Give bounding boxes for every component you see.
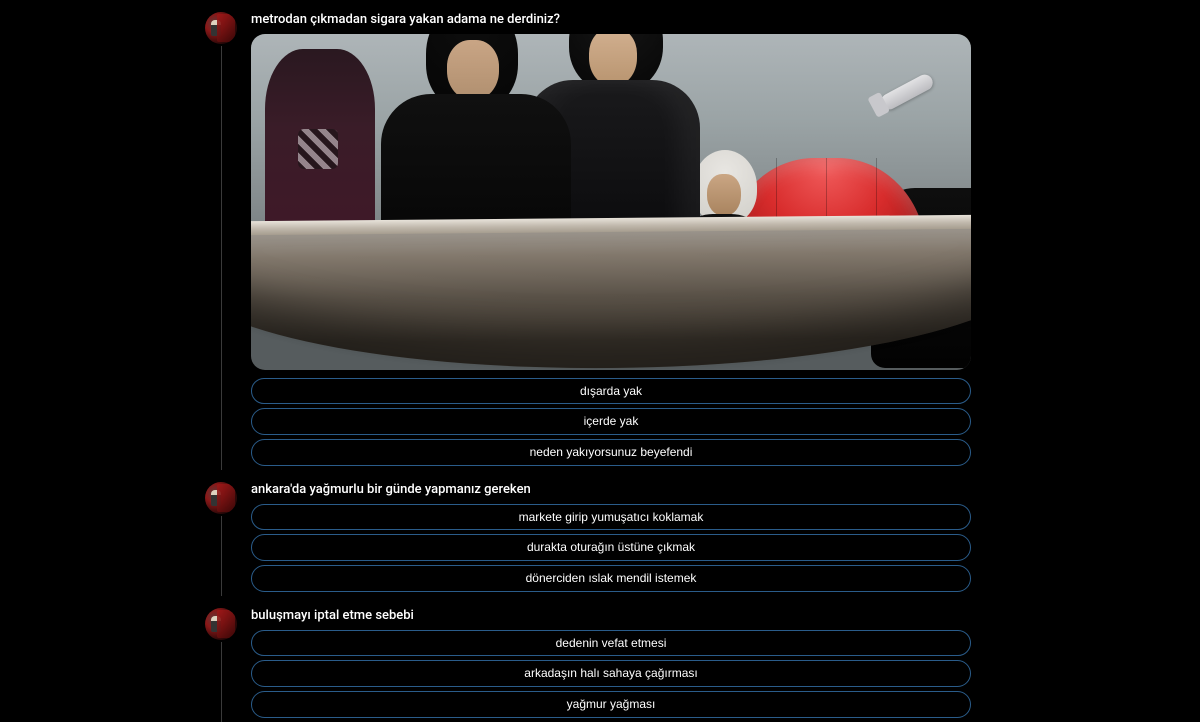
poll-option[interactable]: arkadaşın halı sahaya çağırması (251, 660, 971, 687)
poll-option[interactable]: yağmur yağması (251, 691, 971, 718)
thread-line (221, 46, 222, 470)
poll-option[interactable]: markete girip yumuşatıcı koklamak (251, 504, 971, 531)
poll-option[interactable]: dönerciden ıslak mendil istemek (251, 565, 971, 592)
avatar[interactable] (205, 608, 237, 640)
post-title[interactable]: metrodan çıkmadan sigara yakan adama ne … (251, 12, 971, 28)
post-content: ankara'da yağmurlu bir günde yapmanız ge… (251, 482, 971, 596)
poll-option[interactable]: dedenin vefat etmesi (251, 630, 971, 657)
post-title[interactable]: ankara'da yağmurlu bir günde yapmanız ge… (251, 482, 971, 498)
post-content: buluşmayı iptal etme sebebi dedenin vefa… (251, 608, 971, 722)
post-title[interactable]: buluşmayı iptal etme sebebi (251, 608, 971, 624)
poll-option[interactable]: içerde yak (251, 408, 971, 435)
cctv-camera-icon (879, 72, 936, 112)
post: metrodan çıkmadan sigara yakan adama ne … (205, 12, 1200, 470)
post: buluşmayı iptal etme sebebi dedenin vefa… (205, 608, 1200, 722)
avatar[interactable] (205, 482, 237, 514)
post-image[interactable] (251, 34, 971, 370)
post-content: metrodan çıkmadan sigara yakan adama ne … (251, 12, 971, 470)
thread-line (221, 516, 222, 596)
post-gutter (205, 608, 237, 722)
post-gutter (205, 12, 237, 470)
thread-line (221, 642, 222, 722)
post: ankara'da yağmurlu bir günde yapmanız ge… (205, 482, 1200, 596)
poll-option[interactable]: durakta oturağın üstüne çıkmak (251, 534, 971, 561)
feed: metrodan çıkmadan sigara yakan adama ne … (0, 0, 1200, 722)
avatar[interactable] (205, 12, 237, 44)
poll-option[interactable]: dışarda yak (251, 378, 971, 405)
poll-option[interactable]: neden yakıyorsunuz beyefendi (251, 439, 971, 466)
post-gutter (205, 482, 237, 596)
